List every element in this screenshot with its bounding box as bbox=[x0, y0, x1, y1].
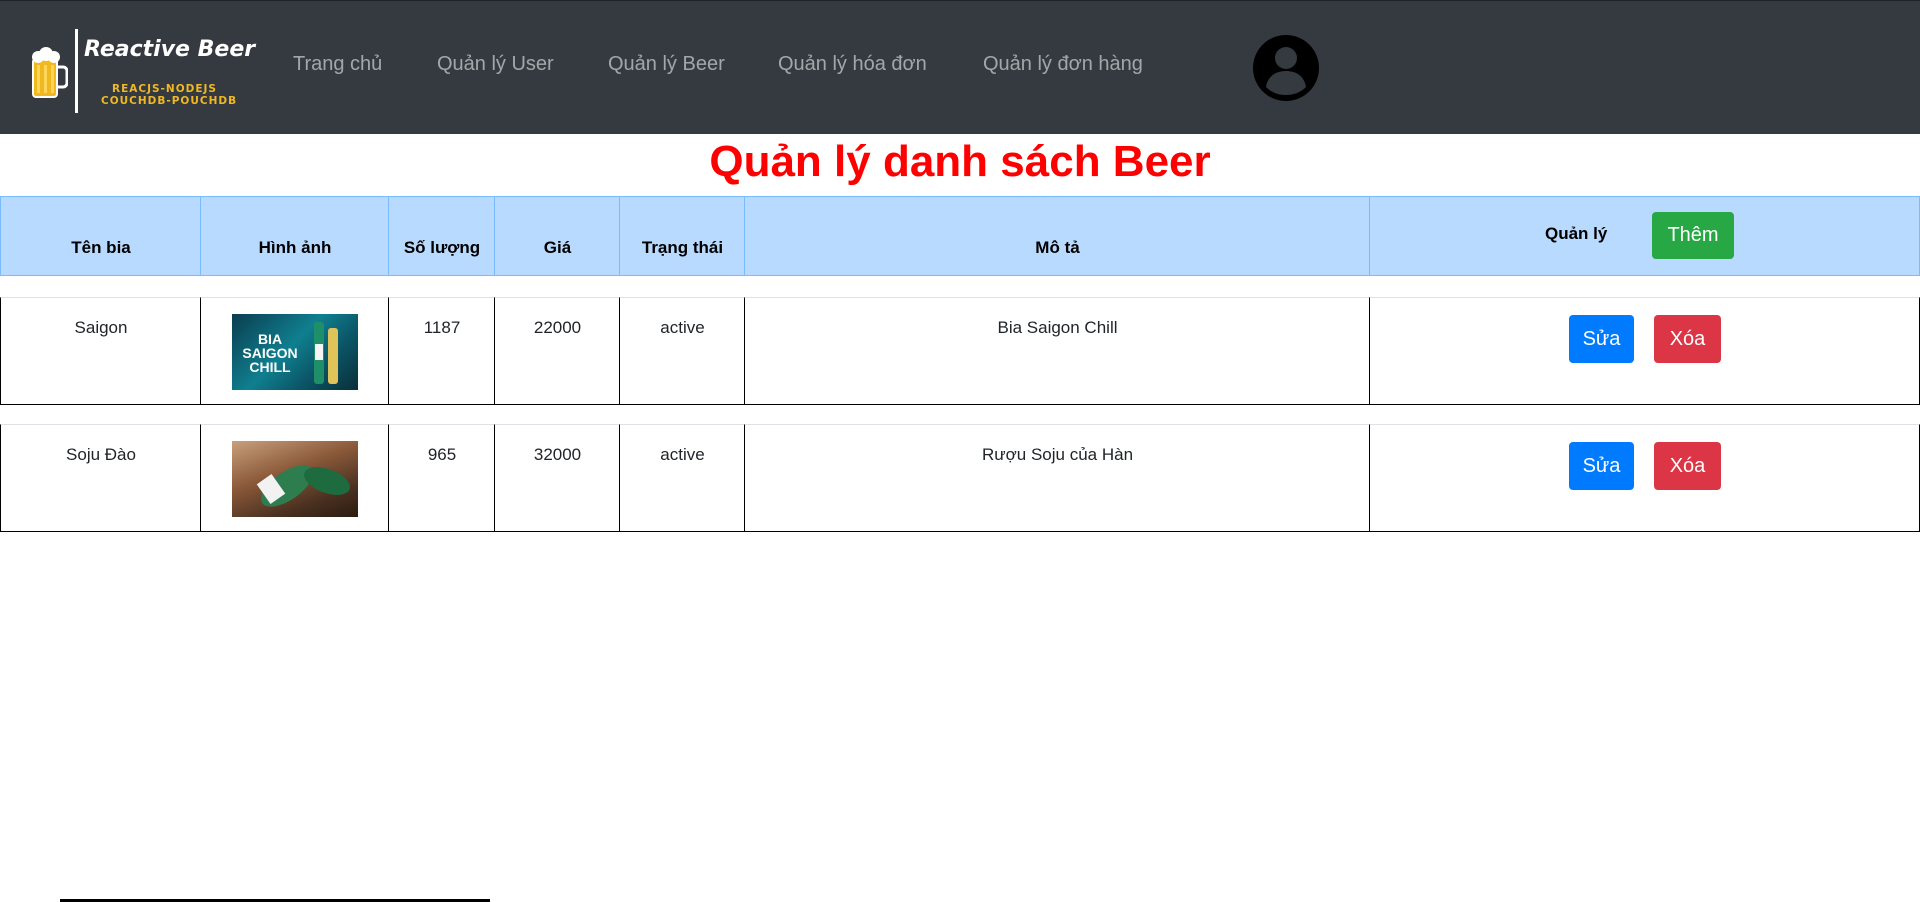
user-avatar-icon[interactable] bbox=[1253, 35, 1319, 101]
nav-item-beer[interactable]: Quản lý Beer bbox=[608, 53, 725, 76]
cell-description: Bia Saigon Chill bbox=[744, 297, 1370, 405]
beer-mug-icon bbox=[32, 47, 68, 98]
cell-image: BIA SAIGON CHILL bbox=[200, 297, 389, 405]
nav-item-users[interactable]: Quản lý User bbox=[437, 53, 554, 76]
cell-name: Soju Đào bbox=[0, 424, 201, 532]
beer-image: BIA SAIGON CHILL bbox=[232, 314, 358, 390]
delete-button[interactable]: Xóa bbox=[1654, 442, 1721, 490]
navbar: Reactive Beer REACJS-NODEJS COUCHDB-POUC… bbox=[0, 0, 1920, 134]
nav-item-home[interactable]: Trang chủ bbox=[293, 53, 382, 76]
nav-item-invoices[interactable]: Quản lý hóa đơn bbox=[778, 53, 927, 76]
cell-quantity: 965 bbox=[388, 424, 495, 532]
cell-quantity: 1187 bbox=[388, 297, 495, 405]
header-label: Mô tả bbox=[1035, 238, 1080, 257]
nav-item-orders[interactable]: Quản lý đơn hàng bbox=[983, 53, 1143, 76]
logo-title: Reactive Beer bbox=[84, 37, 256, 62]
column-header-description: Mô tả bbox=[744, 196, 1370, 276]
header-label: Số lượng bbox=[403, 238, 481, 257]
soju-bottle-icon bbox=[256, 465, 350, 507]
beer-image-label: BIA SAIGON CHILL bbox=[242, 331, 298, 375]
add-beer-button[interactable]: Thêm bbox=[1652, 212, 1734, 259]
app-logo[interactable]: Reactive Beer REACJS-NODEJS COUCHDB-POUC… bbox=[28, 27, 255, 115]
logo-subtitle: COUCHDB-POUCHDB bbox=[101, 95, 238, 107]
logo-subtitle: REACJS-NODEJS bbox=[112, 83, 217, 95]
cell-status: active bbox=[619, 424, 745, 532]
header-label: Giá bbox=[543, 238, 572, 257]
cell-name: Saigon bbox=[0, 297, 201, 405]
header-label: Quản lý bbox=[1545, 224, 1608, 243]
header-label: Tên bia bbox=[71, 238, 131, 257]
header-label: Trạng thái bbox=[641, 238, 724, 257]
cell-description: Rượu Soju của Hàn bbox=[744, 424, 1370, 532]
edit-button[interactable]: Sửa bbox=[1569, 442, 1634, 490]
cell-price: 22000 bbox=[494, 297, 620, 405]
cell-image bbox=[200, 424, 389, 532]
cell-actions: Sửa Xóa bbox=[1369, 297, 1920, 405]
edit-button[interactable]: Sửa bbox=[1569, 315, 1634, 363]
delete-button[interactable]: Xóa bbox=[1654, 315, 1721, 363]
column-header-price: Giá bbox=[494, 196, 620, 276]
page-title: Quản lý danh sách Beer bbox=[709, 137, 1211, 186]
column-header-name: Tên bia bbox=[0, 196, 201, 276]
column-header-status: Trạng thái bbox=[619, 196, 745, 276]
cell-price: 32000 bbox=[494, 424, 620, 532]
cell-status: active bbox=[619, 297, 745, 405]
column-header-image: Hình ảnh bbox=[200, 196, 389, 276]
beer-image bbox=[232, 441, 358, 517]
cell-actions: Sửa Xóa bbox=[1369, 424, 1920, 532]
logo-divider bbox=[75, 29, 78, 113]
column-header-quantity: Số lượng bbox=[388, 196, 495, 276]
column-header-manage: Quản lý Thêm bbox=[1369, 196, 1920, 276]
header-label: Hình ảnh bbox=[258, 238, 332, 257]
